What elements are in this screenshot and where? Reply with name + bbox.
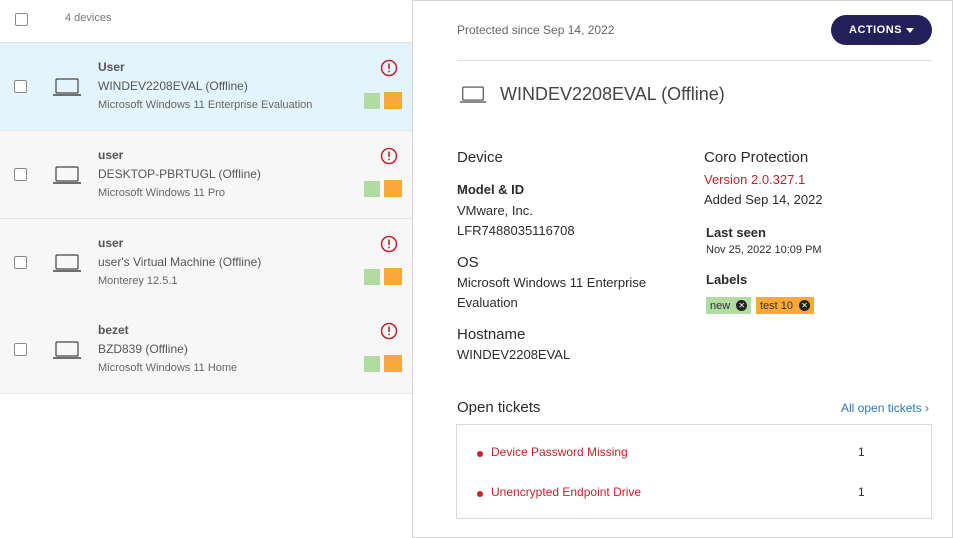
ticket-name[interactable]: Unencrypted Endpoint Drive [491,485,641,499]
label-tag-text: test 10 [760,299,794,312]
close-circle-icon[interactable]: ✕ [736,300,748,311]
status-square-orange [384,268,402,285]
ticket-name[interactable]: Device Password Missing [491,445,628,459]
status-square-orange [384,355,402,372]
device-os: Microsoft Windows 11 Enterprise Evaluati… [98,99,313,111]
laptop-icon [53,341,81,359]
close-circle-icon[interactable]: ✕ [799,300,811,311]
actions-button[interactable]: ACTIONS [831,15,932,45]
device-row[interactable]: bezet BZD839 (Offline) Microsoft Windows… [0,306,412,394]
row-checkbox[interactable] [14,168,27,181]
device-heading: Device [457,149,503,166]
status-square-green [364,356,380,372]
bullet-dot-icon [477,451,483,457]
last-seen-label: Last seen [706,225,766,240]
protected-since: Protected since Sep 14, 2022 [457,23,615,37]
device-name: user's Virtual Machine (Offline) [98,255,262,269]
coro-protection-heading: Coro Protection [704,149,809,166]
status-square-orange [384,180,402,197]
laptop-icon [53,78,81,96]
status-square-green [364,93,380,109]
open-tickets-heading: Open tickets [457,399,541,416]
os-line-2: Evaluation [457,295,518,310]
caret-down-icon [906,28,914,33]
device-user: user [98,148,124,162]
last-seen-value: Nov 25, 2022 10:09 PM [706,244,822,256]
status-square-green [364,269,380,285]
laptop-icon [53,166,81,184]
row-checkbox[interactable] [14,343,27,356]
alert-circle-icon [380,147,398,165]
device-row[interactable]: User WINDEV2208EVAL (Offline) Microsoft … [0,43,412,131]
added-date: Added Sep 14, 2022 [704,192,823,207]
ticket-row[interactable]: Device Password Missing 1 [477,445,917,465]
model-vendor: VMware, Inc. [457,203,533,218]
device-user: bezet [98,323,129,337]
select-all-checkbox[interactable] [15,13,28,26]
device-name: BZD839 (Offline) [98,342,188,356]
actions-button-label: ACTIONS [849,24,902,36]
laptop-icon [53,254,81,272]
row-checkbox[interactable] [14,256,27,269]
device-os: Microsoft Windows 11 Pro [98,187,225,199]
status-square-green [364,181,380,197]
row-checkbox[interactable] [14,80,27,93]
device-row[interactable]: user user's Virtual Machine (Offline) Mo… [0,219,412,307]
device-user: User [98,60,125,74]
label-tag-text: new [710,299,731,312]
os-line-1: Microsoft Windows 11 Enterprise [457,275,647,290]
model-id: LFR7488035116708 [457,223,575,238]
device-name: WINDEV2208EVAL (Offline) [98,79,248,93]
ticket-count: 1 [858,445,865,459]
alert-circle-icon [380,235,398,253]
laptop-icon [459,86,487,103]
label-tag-test-10: test 10 ✕ [756,297,815,314]
tickets-list: Device Password Missing 1 Unencrypted En… [456,424,932,519]
list-header: 4 devices [0,0,412,43]
os-label: OS [457,254,479,271]
hostname-label: Hostname [457,326,526,343]
model-label: Model & ID [457,182,525,197]
labels-label: Labels [706,272,748,287]
device-user: user [98,236,124,250]
label-tag-new: new ✕ [706,297,752,314]
version-value: Version 2.0.327.1 [704,172,806,187]
all-open-tickets-link[interactable]: All open tickets › [841,401,929,415]
alert-circle-icon [380,322,398,340]
device-title: WINDEV2208EVAL (Offline) [500,84,725,104]
ticket-row[interactable]: Unencrypted Endpoint Drive 1 [477,485,917,505]
alert-circle-icon [380,59,398,77]
device-row[interactable]: user DESKTOP-PBRTUGL (Offline) Microsoft… [0,131,412,219]
bullet-dot-icon [477,491,483,497]
divider [457,60,932,61]
device-os: Monterey 12.5.1 [98,275,178,287]
hostname-value: WINDEV2208EVAL [457,347,571,362]
device-detail-pane: Protected since Sep 14, 2022 ACTIONS WIN… [414,0,952,538]
status-square-orange [384,92,402,109]
device-list-pane: 4 devices User WINDEV2208EVAL (Offline) … [0,0,413,538]
ticket-count: 1 [858,485,865,499]
device-name: DESKTOP-PBRTUGL (Offline) [98,167,261,181]
device-os: Microsoft Windows 11 Home [98,362,238,374]
device-count: 4 devices [65,12,112,24]
